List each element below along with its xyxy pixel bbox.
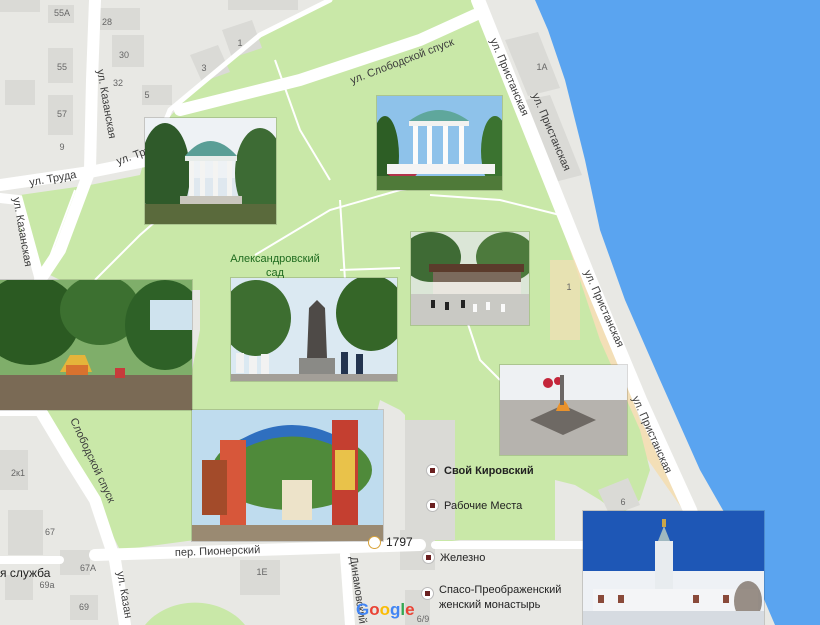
logo-letter: G — [356, 600, 370, 619]
eternal-flame-photo[interactable] — [500, 365, 627, 455]
building-number: 67 — [45, 527, 55, 537]
shop-icon — [426, 499, 439, 512]
building-number: 1А — [536, 62, 547, 72]
building-number: 32 — [113, 78, 123, 88]
poi-svoy-kirovsky[interactable]: Свой Кировский — [426, 464, 534, 477]
building-number: 6 — [620, 497, 625, 507]
marker-icon — [368, 535, 381, 549]
monument-photo[interactable] — [231, 278, 397, 381]
monastery-photo[interactable] — [583, 511, 764, 625]
building-number: 2к1 — [11, 468, 25, 478]
building-number: 69а — [39, 580, 54, 590]
church-icon — [421, 587, 434, 600]
poi-rating-1797[interactable]: 1797 — [368, 535, 413, 549]
rotunda-photo[interactable] — [145, 118, 276, 224]
building-number: 1 — [566, 282, 571, 292]
poi-monastery[interactable]: Спасо-Преображенский женский монастырь — [421, 583, 599, 613]
building-number: 1 — [237, 38, 242, 48]
poi-rabochie-mesta[interactable]: Рабочие Места — [426, 499, 522, 512]
poi-label: Свой Кировский — [444, 464, 534, 477]
chess-pavilion-photo[interactable] — [411, 232, 529, 325]
playground-photo[interactable] — [0, 280, 192, 410]
poi-label: Рабочие Места — [444, 499, 523, 512]
poi-label: Спасо-Преображенский женский монастырь — [439, 584, 562, 611]
logo-letter: o — [369, 600, 380, 619]
google-logo: Google — [356, 600, 415, 620]
fair-gate-photo[interactable] — [192, 410, 383, 541]
building-number: 3 — [201, 63, 206, 73]
gazebo-photo[interactable] — [377, 96, 502, 190]
building-number: 1Е — [256, 567, 267, 577]
building-number: 69 — [79, 602, 89, 612]
plaza — [550, 260, 580, 340]
poi-zhelezno[interactable]: Железно — [422, 551, 485, 564]
logo-letter: g — [390, 600, 401, 619]
building-number: 55 — [57, 62, 67, 72]
building-number: 67А — [80, 563, 96, 573]
building-number: 9 — [59, 142, 64, 152]
building-number: 30 — [119, 50, 129, 60]
shop-icon — [426, 464, 439, 477]
building-number: 57 — [57, 109, 67, 119]
building-number: 6/9 — [417, 614, 430, 624]
building-number: 5 — [144, 90, 149, 100]
partial-place-label: я служба — [0, 566, 51, 580]
logo-letter: e — [405, 600, 415, 619]
shop-icon — [422, 551, 435, 564]
logo-letter: o — [379, 600, 391, 619]
building-number: 55А — [54, 8, 70, 18]
rating-value: 1797 — [386, 535, 413, 549]
poi-label: Железно — [440, 551, 486, 564]
building-number: 28 — [102, 17, 112, 27]
